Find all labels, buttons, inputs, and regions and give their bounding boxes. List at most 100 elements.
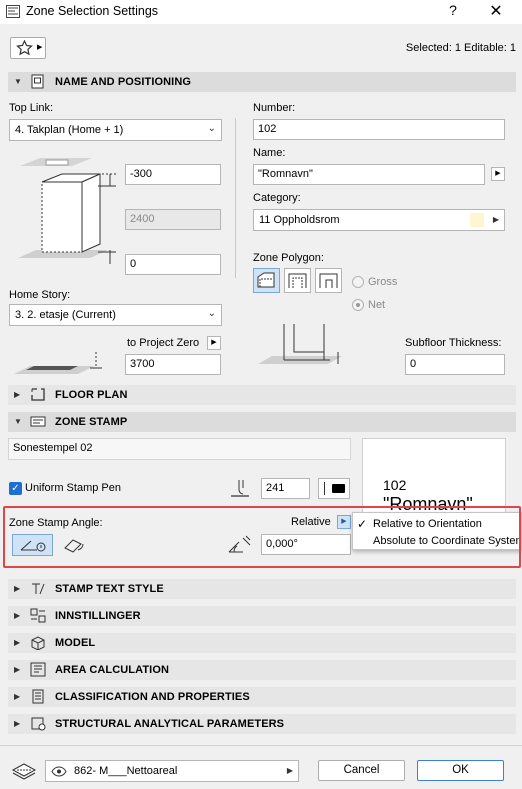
section-label: NAME AND POSITIONING bbox=[55, 76, 192, 88]
section-label: ZONE STAMP bbox=[55, 416, 128, 428]
chevron-right-icon: ▶ bbox=[286, 766, 293, 775]
section-label: STRUCTURAL ANALYTICAL PARAMETERS bbox=[55, 718, 285, 730]
angle-field[interactable]: 0,000° bbox=[261, 534, 351, 555]
chevron-right-icon: ▶ bbox=[14, 665, 21, 674]
menu-item-absolute[interactable]: Absolute to Coordinate System bbox=[373, 535, 519, 547]
project-zero-icon bbox=[14, 352, 102, 374]
top-link-label: Top Link: bbox=[9, 102, 54, 114]
section-name-positioning[interactable]: ▼ NAME AND POSITIONING bbox=[8, 72, 516, 92]
section-label: INNSTILLINGER bbox=[55, 610, 141, 622]
net-label: Net bbox=[368, 299, 386, 311]
pen-color-swatch bbox=[332, 484, 345, 493]
menu-item-relative[interactable]: Relative to Orientation bbox=[373, 518, 482, 530]
footer-divider bbox=[0, 745, 522, 746]
favorites-button[interactable]: ▶ bbox=[10, 37, 46, 59]
chevron-right-icon: ▶ bbox=[14, 638, 21, 647]
subfloor-field[interactable]: 0 bbox=[405, 354, 505, 375]
section-label: STAMP TEXT STYLE bbox=[55, 583, 164, 595]
home-story-value: 3. 2. etasje (Current) bbox=[15, 309, 116, 321]
section-classification[interactable]: ▶ CLASSIFICATION AND PROPERTIES bbox=[8, 687, 516, 707]
top-link-value: 4. Takplan (Home + 1) bbox=[15, 124, 124, 136]
settings-grid-icon bbox=[30, 608, 46, 623]
home-story-label: Home Story: bbox=[9, 289, 71, 301]
star-icon bbox=[16, 40, 33, 56]
selection-info: Selected: 1 Editable: 1 bbox=[405, 42, 516, 54]
section-stamp-text-style[interactable]: ▶ STAMP TEXT STYLE bbox=[8, 579, 516, 599]
chevron-right-icon: ▶ bbox=[14, 611, 21, 620]
uniform-pen-checkbox[interactable]: ✓ bbox=[9, 482, 22, 495]
zone-stamp-angle-label: Zone Stamp Angle: bbox=[9, 517, 103, 529]
polygon-gross-icon bbox=[288, 273, 307, 288]
section-zone-stamp[interactable]: ▼ ZONE STAMP bbox=[8, 412, 516, 432]
to-project-zero-label: to Project Zero bbox=[127, 337, 200, 349]
name-field[interactable]: "Romnavn" bbox=[253, 164, 485, 185]
height-field: 2400 bbox=[125, 209, 221, 230]
chevron-down-icon: ▼ bbox=[14, 77, 22, 86]
text-style-icon bbox=[32, 583, 45, 595]
top-offset-field[interactable]: -300 bbox=[125, 164, 221, 185]
chevron-right-icon: ▶ bbox=[14, 692, 21, 701]
angle-rotate-icon[interactable] bbox=[62, 536, 86, 554]
section-floor-plan[interactable]: ▶ FLOOR PLAN bbox=[8, 385, 516, 405]
classification-icon bbox=[32, 689, 44, 704]
chevron-down-icon: ▼ bbox=[14, 417, 22, 426]
section-structural[interactable]: ▶ STRUCTURAL ANALYTICAL PARAMETERS bbox=[8, 714, 516, 734]
top-link-select[interactable]: 4. Takplan (Home + 1) ⌄ bbox=[9, 119, 222, 141]
angle-value-icon bbox=[228, 535, 251, 553]
section-label: CLASSIFICATION AND PROPERTIES bbox=[55, 691, 250, 703]
section-area-calculation[interactable]: ▶ AREA CALCULATION bbox=[8, 660, 516, 680]
category-label: Category: bbox=[253, 192, 301, 204]
polygon-mode-gross-button[interactable] bbox=[284, 268, 311, 293]
category-select[interactable]: 11 Oppholdsrom ▶ bbox=[253, 209, 505, 231]
close-button[interactable]: ✕ bbox=[485, 1, 507, 21]
chevron-down-icon: ⌄ bbox=[207, 123, 216, 134]
pen-color-divider bbox=[324, 482, 325, 495]
gross-label: Gross bbox=[368, 276, 398, 288]
checkmark-icon: ✓ bbox=[357, 517, 368, 531]
chevron-right-icon: ▶ bbox=[492, 215, 499, 224]
category-color-swatch bbox=[470, 213, 484, 227]
layer-select[interactable]: 862- M___Nettoareal ▶ bbox=[45, 760, 299, 782]
angle-fixed-button[interactable] bbox=[12, 534, 53, 556]
section-model[interactable]: ▶ MODEL bbox=[8, 633, 516, 653]
polygon-mode-net-button[interactable] bbox=[315, 268, 342, 293]
angle-mode-popup-menu: ✓ Relative to Orientation Absolute to Co… bbox=[352, 512, 522, 550]
subfloor-diagram-icon bbox=[258, 324, 342, 364]
gross-radio[interactable] bbox=[352, 276, 364, 288]
angle-mode-menu-button[interactable]: ▶ bbox=[337, 515, 351, 529]
pen-number-field[interactable]: 241 bbox=[261, 478, 310, 499]
help-button[interactable]: ? bbox=[443, 2, 463, 20]
home-story-select[interactable]: 3. 2. etasje (Current) ⌄ bbox=[9, 304, 222, 326]
stamp-name-field[interactable]: Sonestempel 02 bbox=[8, 438, 351, 460]
zone-polygon-label: Zone Polygon: bbox=[253, 252, 324, 264]
subfloor-label: Subfloor Thickness: bbox=[405, 337, 502, 349]
number-field[interactable]: 102 bbox=[253, 119, 505, 140]
column-divider bbox=[235, 118, 236, 278]
number-label: Number: bbox=[253, 102, 296, 114]
cancel-button[interactable]: Cancel bbox=[318, 760, 405, 781]
positioning-icon bbox=[31, 74, 44, 89]
net-radio[interactable] bbox=[352, 299, 364, 311]
section-label: AREA CALCULATION bbox=[55, 664, 170, 676]
polygon-mode-manual-button[interactable] bbox=[253, 268, 280, 293]
polygon-manual-icon bbox=[257, 272, 275, 288]
ok-button[interactable]: OK bbox=[417, 760, 504, 781]
eye-icon bbox=[51, 766, 67, 777]
chevron-right-icon: ▶ bbox=[14, 584, 21, 593]
area-calc-icon bbox=[30, 662, 46, 677]
structural-icon bbox=[31, 717, 46, 731]
pen-color-button[interactable] bbox=[318, 478, 350, 499]
pen-icon bbox=[231, 480, 249, 497]
height-diagram-icon bbox=[18, 158, 116, 264]
to-project-zero-field[interactable]: 3700 bbox=[125, 354, 221, 375]
chevron-right-icon: ▶ bbox=[14, 390, 21, 399]
name-menu-button[interactable]: ▶ bbox=[491, 167, 505, 181]
bottom-offset-field[interactable]: 0 bbox=[125, 254, 221, 275]
chevron-right-icon: ▶ bbox=[37, 44, 43, 51]
uniform-pen-label: Uniform Stamp Pen bbox=[25, 482, 121, 494]
section-innstillinger[interactable]: ▶ INNSTILLINGER bbox=[8, 606, 516, 626]
chevron-right-icon: ▶ bbox=[14, 719, 21, 728]
window-title: Zone Selection Settings bbox=[26, 4, 159, 18]
project-zero-menu-button[interactable]: ▶ bbox=[207, 336, 221, 350]
section-label: FLOOR PLAN bbox=[55, 389, 128, 401]
